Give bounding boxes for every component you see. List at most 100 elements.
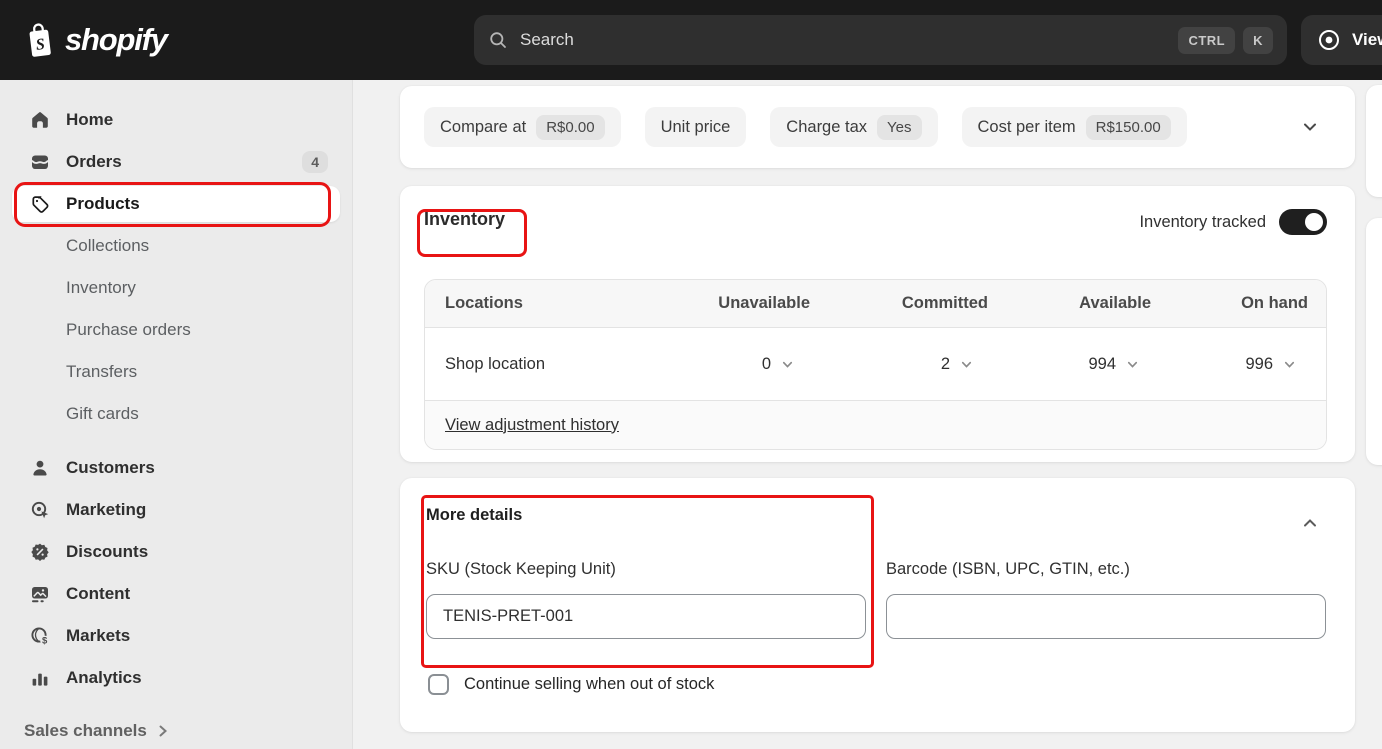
view-button[interactable]: View — [1301, 15, 1382, 65]
markets-globe-icon: $ — [30, 626, 50, 646]
eye-icon — [1317, 28, 1341, 52]
sidebar-item-gift-cards[interactable]: Gift cards — [12, 396, 340, 432]
sku-label: SKU (Stock Keeping Unit) — [426, 560, 616, 578]
column-header-unavailable: Unavailable — [718, 294, 810, 312]
chevron-down-icon — [1126, 358, 1139, 371]
orders-icon — [30, 152, 50, 172]
sidebar: Home Orders 4 Products Collections Inven… — [0, 80, 353, 749]
sidebar-item-marketing[interactable]: Marketing — [12, 492, 340, 528]
charge-tax-value: Yes — [877, 114, 922, 140]
column-header-on-hand: On hand — [1241, 294, 1308, 312]
more-details-card: More details SKU (Stock Keeping Unit) Ba… — [400, 478, 1355, 732]
analytics-bars-icon — [30, 668, 50, 688]
sales-channels-section[interactable]: Sales channels — [24, 721, 169, 741]
sku-input[interactable] — [426, 594, 866, 639]
available-quantity-button[interactable]: 994 — [988, 355, 1151, 374]
sidebar-item-collections[interactable]: Collections — [12, 228, 340, 264]
cost-per-item-pill[interactable]: Cost per item R$150.00 — [961, 107, 1187, 147]
search-input[interactable]: Search CTRL K — [474, 15, 1287, 65]
marketing-target-icon — [30, 500, 50, 520]
view-button-label: View — [1352, 30, 1382, 49]
sidebar-item-content[interactable]: Content — [12, 576, 340, 612]
svg-text:$: $ — [42, 635, 48, 646]
pricing-summary-card: Compare at R$0.00 Unit price Charge tax … — [400, 86, 1355, 168]
sidebar-item-label: Products — [66, 194, 140, 213]
table-row: Shop location 0 2 994 996 — [425, 328, 1326, 400]
home-icon — [30, 110, 50, 130]
sidebar-item-analytics[interactable]: Analytics — [12, 660, 340, 696]
sidebar-item-label: Collections — [66, 236, 150, 255]
chevron-right-icon — [157, 724, 169, 738]
sidebar-item-customers[interactable]: Customers — [12, 450, 340, 486]
sidebar-item-label: Customers — [66, 458, 155, 477]
inventory-tracked-label: Inventory tracked — [1139, 212, 1266, 231]
sales-channels-label: Sales channels — [24, 721, 147, 740]
shortcut-key-ctrl: CTRL — [1178, 26, 1236, 54]
pricing-pills: Compare at R$0.00 Unit price Charge tax … — [424, 107, 1187, 147]
sidebar-item-label: Marketing — [66, 500, 147, 519]
table-header-row: Locations Unavailable Committed Availabl… — [425, 280, 1326, 328]
pricing-expand-button[interactable] — [1293, 110, 1327, 144]
chevron-down-icon — [1301, 118, 1319, 136]
customers-icon — [30, 458, 50, 478]
sidebar-item-home[interactable]: Home — [12, 102, 340, 138]
sidebar-item-inventory[interactable]: Inventory — [12, 270, 340, 306]
search-placeholder: Search — [520, 30, 574, 49]
barcode-input[interactable] — [886, 594, 1326, 639]
sidebar-item-label: Purchase orders — [66, 320, 191, 339]
chevron-down-icon — [1283, 358, 1296, 371]
compare-at-value: R$0.00 — [536, 114, 605, 140]
tag-icon — [30, 194, 50, 214]
unit-price-label: Unit price — [660, 117, 731, 136]
sidebar-nav: Home Orders 4 Products Collections Inven… — [12, 102, 340, 702]
inventory-tracked-toggle[interactable] — [1279, 209, 1327, 235]
content-media-icon — [30, 584, 50, 604]
search-icon — [488, 30, 508, 50]
unavailable-value: 0 — [761, 354, 771, 373]
cost-per-item-label: Cost per item — [977, 117, 1076, 136]
cost-per-item-value: R$150.00 — [1085, 114, 1171, 140]
continue-selling-checkbox[interactable] — [428, 674, 449, 695]
more-details-title: More details — [426, 506, 523, 524]
charge-tax-label: Charge tax — [786, 117, 868, 136]
inventory-locations-table: Locations Unavailable Committed Availabl… — [424, 279, 1327, 450]
sidebar-item-discounts[interactable]: Discounts — [12, 534, 340, 570]
location-name: Shop location — [445, 354, 545, 373]
view-adjustment-history-link[interactable]: View adjustment history — [445, 416, 619, 435]
column-header-committed: Committed — [901, 294, 988, 312]
shopify-logo[interactable]: S shopify — [24, 21, 168, 59]
charge-tax-pill[interactable]: Charge tax Yes — [770, 107, 938, 147]
collapse-section-button[interactable] — [1295, 508, 1325, 538]
sidebar-item-label: Home — [66, 110, 114, 129]
table-footer-row: View adjustment history — [425, 400, 1326, 449]
inventory-card: Inventory Inventory tracked Locations Un… — [400, 186, 1355, 462]
committed-quantity-button[interactable]: 2 — [810, 355, 988, 374]
shortcut-key-k: K — [1243, 26, 1273, 54]
sidebar-item-purchase-orders[interactable]: Purchase orders — [12, 312, 340, 348]
discount-badge-icon — [30, 542, 50, 562]
on-hand-value: 996 — [1245, 354, 1273, 373]
committed-value: 2 — [940, 354, 950, 373]
right-column-card-sliver-top — [1366, 85, 1382, 197]
right-column-card-sliver-bottom — [1366, 218, 1382, 465]
sidebar-item-markets[interactable]: $ Markets — [12, 618, 340, 654]
sidebar-item-products[interactable]: Products — [12, 186, 340, 222]
continue-selling-row: Continue selling when out of stock — [428, 674, 714, 695]
sidebar-item-label: Gift cards — [66, 404, 139, 423]
sidebar-item-label: Content — [66, 584, 131, 603]
sidebar-item-label: Markets — [66, 626, 131, 645]
sidebar-item-orders[interactable]: Orders 4 — [12, 144, 340, 180]
barcode-label: Barcode (ISBN, UPC, GTIN, etc.) — [886, 560, 1130, 578]
toggle-knob — [1305, 213, 1323, 231]
on-hand-quantity-button[interactable]: 996 — [1151, 355, 1308, 374]
brand-wordmark: shopify — [65, 22, 168, 57]
unit-price-pill[interactable]: Unit price — [644, 107, 747, 147]
sidebar-item-label: Discounts — [66, 542, 149, 561]
top-bar: S shopify Search CTRL K View — [0, 0, 1382, 80]
compare-at-pill[interactable]: Compare at R$0.00 — [424, 107, 621, 147]
chevron-up-icon — [1301, 514, 1319, 532]
unavailable-quantity-button[interactable]: 0 — [630, 355, 810, 374]
sidebar-item-transfers[interactable]: Transfers — [12, 354, 340, 390]
shopify-bag-icon: S — [24, 21, 56, 59]
continue-selling-label: Continue selling when out of stock — [464, 675, 715, 693]
